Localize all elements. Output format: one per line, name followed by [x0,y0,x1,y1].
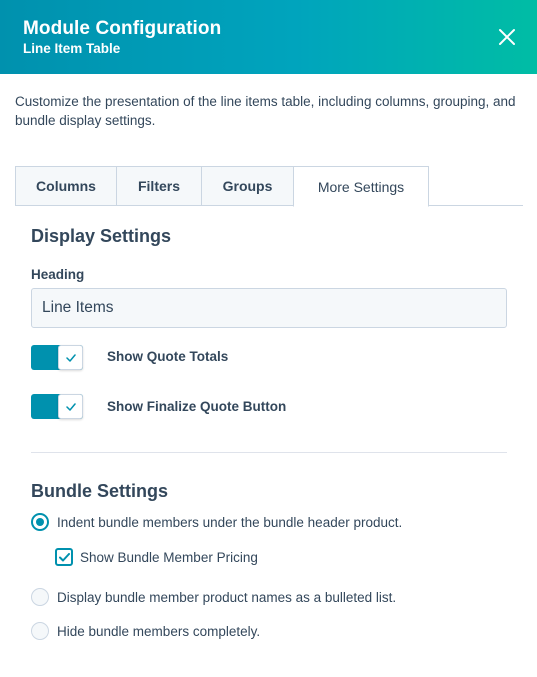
close-icon [499,29,515,45]
show-quote-totals-label: Show Quote Totals [107,349,229,364]
radio-button[interactable] [31,622,49,640]
tab-filters[interactable]: Filters [116,166,202,206]
checkmark-icon [65,402,76,411]
modal-title: Module Configuration [23,18,222,39]
checkbox-label: Show Bundle Member Pricing [80,549,258,565]
toggle-knob [58,345,83,370]
checkmark-icon [65,353,76,362]
show-quote-totals-toggle[interactable] [31,345,83,370]
modal-subtitle: Line Item Table [23,41,121,56]
radio-indent-bundle-members[interactable]: Indent bundle members under the bundle h… [31,512,402,532]
radio-label: Display bundle member product names as a… [57,589,397,605]
show-bundle-pricing-checkbox[interactable] [55,548,73,566]
modal-header: Module Configuration Line Item Table [0,0,537,74]
heading-label: Heading [31,267,85,282]
show-finalize-quote-toggle[interactable] [31,394,83,419]
radio-label: Hide bundle members completely. [57,623,261,639]
tab-groups[interactable]: Groups [201,166,294,206]
module-description: Customize the presentation of the line i… [15,94,516,128]
tab-more-settings[interactable]: More Settings [293,166,429,207]
radio-bulleted-list[interactable]: Display bundle member product names as a… [31,587,396,607]
checkmark-icon [58,552,70,561]
radio-button-checked[interactable] [31,513,49,531]
settings-tabs: Columns Filters Groups More Settings [15,166,523,207]
heading-input[interactable] [31,288,507,328]
display-settings-title: Display Settings [31,226,172,246]
show-finalize-quote-label: Show Finalize Quote Button [107,399,287,414]
radio-button[interactable] [31,588,49,606]
toggle-knob [58,394,83,419]
section-divider [31,452,507,453]
radio-hide-bundle-members[interactable]: Hide bundle members completely. [31,621,260,641]
close-button[interactable] [497,27,517,47]
bundle-settings-title: Bundle Settings [31,481,169,501]
show-bundle-pricing-checkbox-row[interactable]: Show Bundle Member Pricing [55,547,258,567]
tab-columns[interactable]: Columns [15,166,117,206]
radio-label: Indent bundle members under the bundle h… [57,514,403,530]
